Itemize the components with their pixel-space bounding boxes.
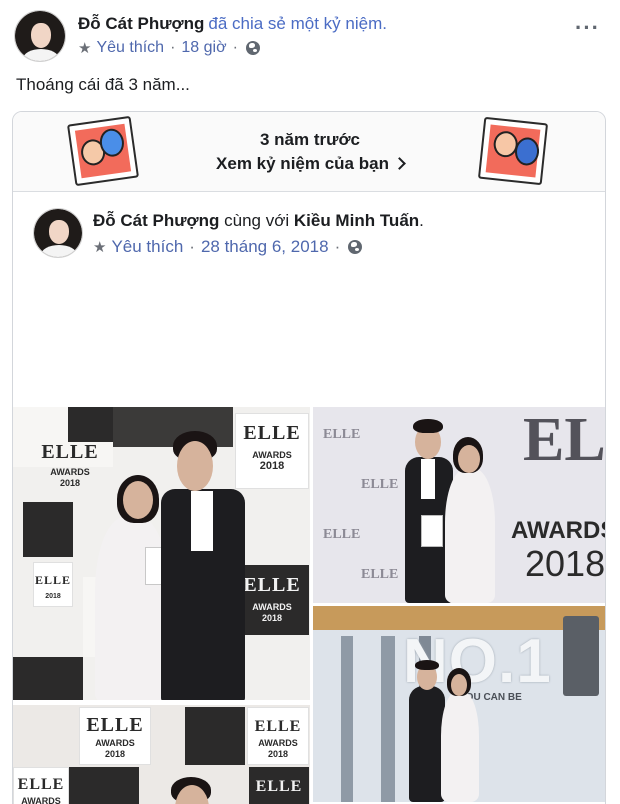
meta-separator: · bbox=[232, 39, 238, 56]
elle-awards-sign: ELLE AWARDS 2018 bbox=[79, 707, 151, 765]
woman-figure bbox=[445, 469, 495, 603]
friends-illustration-icon bbox=[477, 116, 549, 186]
star-icon: ★ bbox=[78, 40, 92, 57]
with-label: cùng với bbox=[224, 211, 290, 230]
man-figure bbox=[409, 686, 445, 802]
elle-awards-sign: ELLE AWARDS 2018 bbox=[235, 413, 309, 489]
award-booklet bbox=[421, 515, 443, 547]
memory-card[interactable]: 3 năm trước Xem kỷ niệm của bạn Đỗ Cát P… bbox=[12, 111, 606, 804]
elle-awards-sign: ELLE 2018 bbox=[33, 562, 73, 607]
author-line: Đỗ Cát Phượng đã chia sẻ một kỷ niệm. bbox=[78, 14, 387, 34]
shared-post-meta: ★ Yêu thích · 28 tháng 6, 2018 · bbox=[93, 237, 363, 257]
elle-awards-sign: ELLE AWARDS 2018 bbox=[235, 565, 309, 635]
post-text: Thoáng cái đã 3 năm... bbox=[16, 75, 190, 94]
shared-author-line: Đỗ Cát Phượng cùng với Kiều Minh Tuấn. bbox=[93, 211, 424, 231]
shared-post-date[interactable]: 28 tháng 6, 2018 bbox=[201, 237, 329, 257]
event-photo-2[interactable]: ELLE AWARDS 2018 ELLE ELLE ELLE ELLE bbox=[313, 407, 606, 603]
post-meta: ★ Yêu thích · 18 giờ · bbox=[78, 39, 260, 57]
star-icon: ★ bbox=[93, 239, 107, 256]
period: . bbox=[419, 211, 424, 230]
elle-awards-sign: ELLE AWARDS bbox=[13, 767, 69, 804]
memory-banner[interactable]: 3 năm trước Xem kỷ niệm của bạn bbox=[13, 112, 605, 192]
globe-icon[interactable] bbox=[348, 240, 363, 254]
author-name[interactable]: Đỗ Cát Phượng bbox=[78, 14, 204, 33]
meta-separator: · bbox=[334, 237, 341, 256]
post-header: Đỗ Cát Phượng đã chia sẻ một kỷ niệm. ★ Y… bbox=[14, 10, 606, 66]
chevron-right-icon bbox=[393, 157, 406, 170]
post-action-text: đã chia sẻ một kỷ niệm. bbox=[208, 14, 387, 33]
elle-awards-sign: ELLE AWARDS 2018 bbox=[41, 441, 99, 488]
meta-separator: · bbox=[170, 39, 176, 56]
favorite-label[interactable]: Yêu thích bbox=[96, 39, 164, 57]
elle-awards-sign: ELLE bbox=[249, 767, 309, 804]
more-horizontal-icon: ··· bbox=[575, 15, 600, 40]
event-photo-3[interactable]: NO.1 YOU CAN BE bbox=[313, 606, 605, 802]
friends-illustration-icon bbox=[66, 115, 140, 187]
shared-author-avatar[interactable] bbox=[33, 208, 83, 258]
year-text: 2018 bbox=[525, 543, 606, 584]
event-photo-4[interactable]: ELLE AWARDS 2018 ELLE AWARDS 2018 ELLE A… bbox=[13, 705, 310, 804]
memory-title: 3 năm trước bbox=[260, 130, 360, 149]
globe-icon[interactable] bbox=[245, 41, 260, 55]
elle-awards-sign: ELLE AWARDS 2018 bbox=[247, 707, 309, 765]
meta-separator: · bbox=[189, 237, 195, 256]
shared-post-header: Đỗ Cát Phượng cùng với Kiều Minh Tuấn. ★… bbox=[13, 192, 605, 407]
see-memories-label: Xem kỷ niệm của bạn bbox=[216, 154, 389, 173]
more-options-button[interactable]: ··· bbox=[575, 17, 600, 39]
tagged-person[interactable]: Kiều Minh Tuấn bbox=[294, 211, 419, 230]
shared-author-name[interactable]: Đỗ Cát Phượng bbox=[93, 211, 219, 230]
woman-figure bbox=[95, 517, 169, 700]
post-time[interactable]: 18 giờ bbox=[181, 39, 226, 57]
shared-favorite-label[interactable]: Yêu thích bbox=[111, 237, 183, 257]
woman-figure bbox=[441, 692, 479, 802]
elle-logo-text: ELLE bbox=[523, 407, 606, 474]
awards-text: AWARDS bbox=[511, 517, 606, 544]
event-photo-1[interactable]: ELLE AWARDS 2018 ELLE AWARDS 2018 ELLE A… bbox=[13, 407, 310, 700]
see-memories-link[interactable]: Xem kỷ niệm của bạn bbox=[13, 154, 605, 174]
author-avatar[interactable] bbox=[14, 10, 66, 62]
